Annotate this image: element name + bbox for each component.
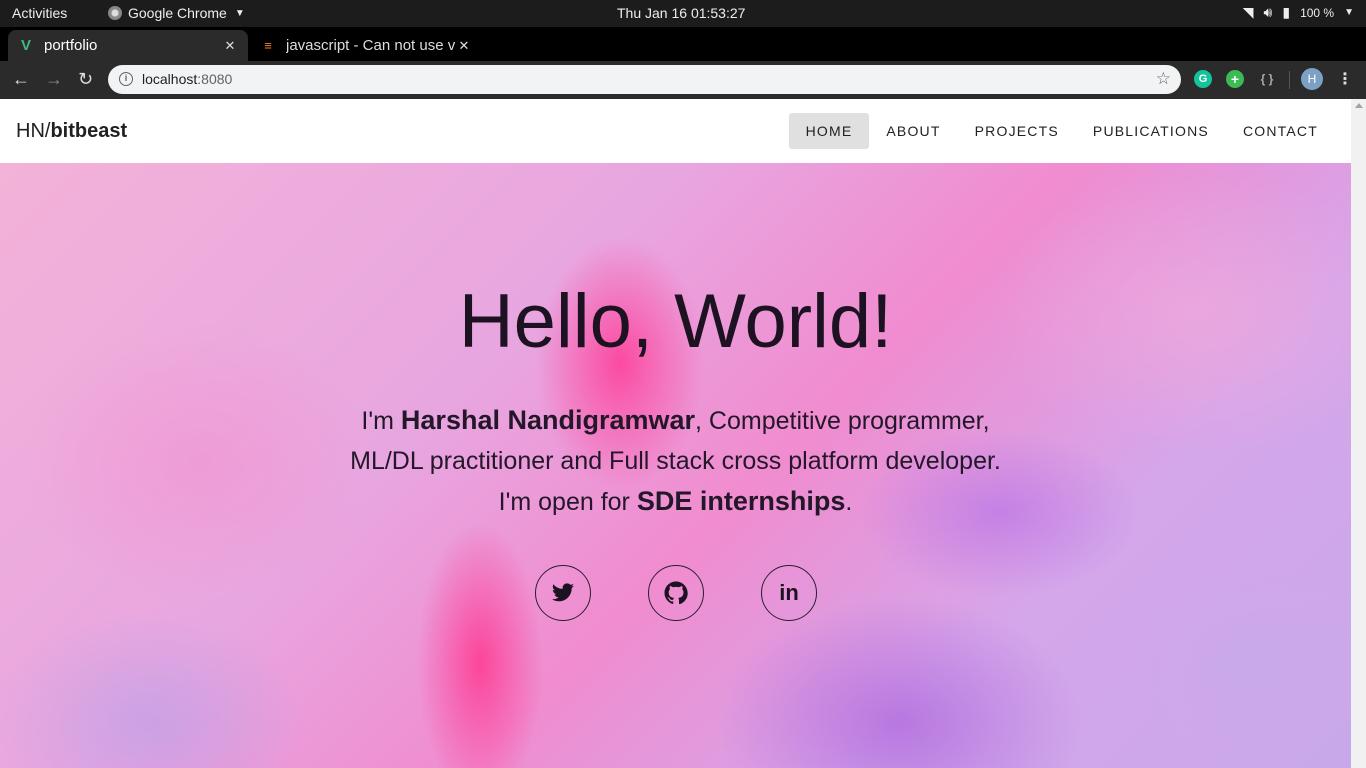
tab-javascript[interactable]: ≡ javascript - Can not use v ✕ [250, 30, 482, 61]
grammarly-extension-icon[interactable]: G [1194, 70, 1212, 88]
reload-icon[interactable]: ↻ [78, 69, 93, 89]
site-navbar: HN/bitbeast HOME ABOUT PROJECTS PUBLICAT… [0, 99, 1351, 163]
forward-arrow-icon[interactable]: → [45, 69, 63, 89]
hero-section: Hello, World! I'm Harshal Nandigramwar, … [0, 163, 1351, 768]
site-menu: HOME ABOUT PROJECTS PUBLICATIONS CONTACT [788, 113, 1335, 149]
intro-line-3: I'm open for SDE internships. [498, 486, 853, 516]
battery-percent: 100 % [1300, 5, 1335, 20]
url-text[interactable]: localhost:8080 [142, 71, 232, 87]
info-icon[interactable]: i [119, 72, 133, 86]
profile-avatar[interactable]: H [1301, 68, 1323, 90]
github-link[interactable] [648, 565, 704, 621]
address-bar[interactable]: i localhost:8080 ☆ [108, 65, 1181, 94]
app-menu[interactable]: Google Chrome ▼ [108, 5, 245, 21]
volume-icon: 🔊︎ [1263, 4, 1273, 20]
bookmark-star-icon[interactable]: ☆ [1156, 69, 1171, 89]
add-extension-icon[interactable]: + [1226, 70, 1244, 88]
clock[interactable]: Thu Jan 16 01:53:27 [617, 5, 745, 21]
status-area[interactable]: ◥ 🔊︎ ▮ 100 % ▼ [1243, 4, 1354, 21]
tab-strip: V portfolio ✕ ≡ javascript - Can not use… [0, 27, 1366, 83]
hero-intro: I'm Harshal Nandigramwar, Competitive pr… [0, 400, 1351, 522]
page-viewport: HN/bitbeast HOME ABOUT PROJECTS PUBLICAT… [0, 99, 1366, 768]
hero-heading: Hello, World! [458, 279, 893, 364]
twitter-icon [552, 583, 574, 602]
nav-contact[interactable]: CONTACT [1226, 113, 1335, 149]
close-icon[interactable]: ✕ [456, 38, 472, 54]
intro-line-1: I'm Harshal Nandigramwar, Competitive pr… [361, 405, 990, 435]
system-top-bar: Activities Google Chrome ▼ Thu Jan 16 01… [0, 0, 1366, 27]
scroll-up-arrow-icon[interactable] [1355, 103, 1363, 108]
caret-down-icon: ▼ [234, 7, 245, 19]
nav-about[interactable]: ABOUT [869, 113, 957, 149]
intro-line-2: ML/DL practitioner and Full stack cross … [350, 447, 1001, 475]
wifi-icon: ◥ [1242, 4, 1254, 20]
browser-toolbar: ← → ↻ i localhost:8080 ☆ G + { } H ⋮ [0, 61, 1366, 99]
battery-icon: ▮ [1282, 4, 1291, 20]
github-icon [664, 581, 688, 605]
site-brand[interactable]: HN/bitbeast [16, 120, 127, 143]
caret-down-icon: ▼ [1344, 7, 1354, 18]
page-scrollbar[interactable] [1351, 99, 1366, 768]
nav-home[interactable]: HOME [788, 113, 870, 149]
back-arrow-icon[interactable]: ← [12, 69, 30, 89]
nav-publications[interactable]: PUBLICATIONS [1076, 113, 1226, 149]
tab-title: portfolio [44, 37, 98, 54]
activities-button[interactable]: Activities [12, 5, 67, 21]
menu-kebab-icon[interactable]: ⋮ [1337, 69, 1353, 89]
twitter-link[interactable] [535, 565, 591, 621]
vue-icon: V [20, 37, 31, 54]
tab-portfolio[interactable]: V portfolio ✕ [8, 30, 248, 61]
social-links: in [535, 565, 817, 621]
chrome-icon [108, 6, 122, 20]
tab-title: javascript - Can not use v [286, 37, 456, 54]
linkedin-link[interactable]: in [761, 565, 817, 621]
toolbar-divider [1289, 71, 1290, 89]
json-extension-icon[interactable]: { } [1258, 70, 1276, 88]
close-icon[interactable]: ✕ [222, 38, 238, 54]
app-menu-label: Google Chrome [128, 5, 227, 21]
nav-projects[interactable]: PROJECTS [958, 113, 1076, 149]
linkedin-icon: in [779, 580, 799, 605]
stackoverflow-icon: ≡ [264, 38, 272, 53]
